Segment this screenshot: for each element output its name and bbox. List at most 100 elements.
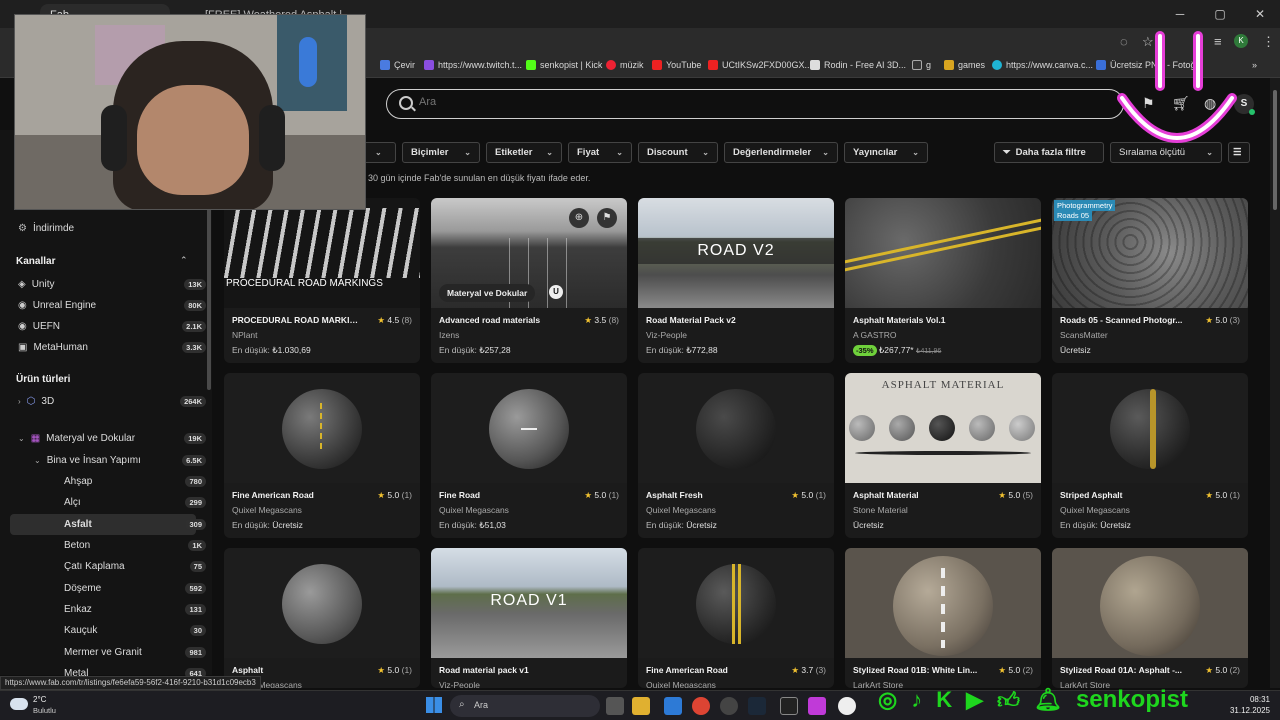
filter-price[interactable]: Fiyat ⌄ (568, 142, 632, 163)
chrome-icon[interactable] (692, 697, 710, 715)
sidebar-item-unreal[interactable]: ◉ Unreal Engine 80K (18, 295, 206, 315)
filter-tags[interactable]: Etiketler ⌄ (486, 142, 562, 163)
filter-discount[interactable]: Discount ⌄ (638, 142, 718, 163)
product-thumbnail (638, 548, 834, 658)
product-rating: ★ 5.0 (1) (791, 490, 826, 501)
product-card[interactable]: Fine Road ★ 5.0 (1) Quixel Megascans En … (431, 373, 627, 538)
rating-value: 5.0 (387, 490, 400, 500)
product-card[interactable]: Asphalt Materials Vol.1 A GASTRO -35% ₺2… (845, 198, 1041, 363)
bookmark-item[interactable]: müzik (606, 60, 644, 70)
product-card[interactable]: Fine American Road ★ 5.0 (1) Quixel Mega… (224, 373, 420, 538)
product-thumbnail: ASPHALT MATERIAL (845, 373, 1041, 483)
price-value: Ücretsiz (853, 520, 884, 530)
product-card[interactable]: Stylized Road 01B: White Lin... ★ 5.0 (2… (845, 548, 1041, 688)
steam-icon[interactable] (748, 697, 766, 715)
rating-value: 5.0 (801, 490, 814, 500)
rating-count: (1) (815, 490, 826, 500)
windows-start-icon[interactable] (426, 697, 442, 713)
taskbar-search[interactable]: ⌕ Ara (450, 695, 600, 717)
epic-games-icon[interactable] (780, 697, 798, 715)
bookmark-item[interactable]: Çevir (380, 60, 415, 70)
product-card[interactable]: ROAD V2 Road Material Pack v2 Viz-People… (638, 198, 834, 363)
more-bookmarks-icon[interactable]: » (1252, 60, 1257, 70)
price-label: En düşük: (646, 345, 684, 355)
sidebar-item-uefn[interactable]: ◉ UEFN 2.1K (18, 316, 206, 336)
maximize-icon[interactable]: ▢ (1200, 0, 1240, 28)
app-icon[interactable] (664, 697, 682, 715)
product-title: Stylized Road 01B: White Lin... (853, 665, 978, 675)
task-view-icon[interactable] (606, 697, 624, 715)
rating-count: (1) (1229, 490, 1240, 500)
filter-reviews[interactable]: Değerlendirmeler ⌄ (724, 142, 838, 163)
sidebar-item-kaucuk[interactable]: Kauçuk 30 (64, 620, 206, 640)
taskbar-search-label: Ara (474, 700, 489, 710)
more-menu-icon[interactable]: ⋮ (1262, 34, 1275, 50)
bookmark-item[interactable]: UCtIKSw2FXD00GX... (708, 60, 812, 70)
sidebar-item-3d[interactable]: › ⬡ 3D 264K (18, 391, 206, 411)
more-filters-button[interactable]: ⏷ Daha fazla filtre (994, 142, 1104, 163)
product-card[interactable]: Fine American Road ★ 3.7 (3) Quixel Mega… (638, 548, 834, 688)
bookmark-item[interactable]: g (912, 60, 931, 70)
file-explorer-icon[interactable] (632, 697, 650, 715)
close-icon[interactable]: ✕ (1240, 0, 1280, 28)
sidebar-item-unity[interactable]: ◈ Unity 13K (18, 274, 206, 294)
sidebar-item-discounted[interactable]: ⚙ İndirimde (18, 218, 74, 238)
bookmark-item[interactable]: https://www.twitch.t... (424, 60, 522, 70)
chevron-right-icon: › (18, 396, 21, 406)
page-scrollbar[interactable] (1270, 78, 1280, 688)
weather-icon[interactable] (10, 698, 28, 710)
filter-formats[interactable]: Biçimler ⌄ (402, 142, 480, 163)
unreal-icon[interactable] (838, 697, 856, 715)
sidebar-item-enkaz[interactable]: Enkaz 131 (64, 599, 206, 619)
add-to-cart-icon[interactable]: ⊕ (569, 208, 589, 228)
rating-value: 4.5 (387, 315, 400, 325)
sidebar-item-alci[interactable]: Alçı 299 (64, 492, 206, 512)
product-card[interactable]: ASPHALT MATERIAL Asphalt Material ★ 5.0 … (845, 373, 1041, 538)
app-icon[interactable] (808, 697, 826, 715)
product-card[interactable]: Striped Asphalt ★ 5.0 (1) Quixel Megasca… (1052, 373, 1248, 538)
product-card[interactable]: PROCEDURAL ROAD MARKINGS PROCEDURAL ROAD… (224, 198, 420, 363)
minimize-icon[interactable]: ─ (1160, 0, 1200, 28)
product-card[interactable]: ROAD V1 Road material pack v1 Viz-People (431, 548, 627, 688)
sidebar-item-doseme[interactable]: Döşeme 592 (64, 578, 206, 598)
product-card[interactable]: Asphalt ★ 5.0 (1) Quixel Megascans (224, 548, 420, 688)
product-card[interactable]: Asphalt Fresh ★ 5.0 (1) Quixel Megascans… (638, 373, 834, 538)
star-icon: ★ (377, 315, 386, 325)
bookmark-item[interactable]: YouTube (652, 60, 701, 70)
sidebar-item-materials[interactable]: ⌄ ▦ Materyal ve Dokular 19K (18, 428, 206, 448)
sidebar-item-beton[interactable]: Beton 1K (64, 535, 206, 555)
filter-publishers[interactable]: Yayıncılar ⌄ (844, 142, 928, 163)
sidebar-label: Çatı Kaplama (64, 560, 125, 572)
star-icon: ★ (791, 490, 800, 500)
star-icon: ★ (1205, 315, 1214, 325)
bookmark-item[interactable]: https://www.canva.c... (992, 60, 1093, 70)
folder-icon (944, 60, 954, 70)
product-card[interactable]: ⊕ ⚑ Materyal ve Dokular U Advanced road … (431, 198, 627, 363)
tiktok-icon: ♪ (911, 687, 923, 712)
product-card[interactable]: Stylized Road 01A: Asphalt -... ★ 5.0 (2… (1052, 548, 1248, 688)
sidebar-item-mermer[interactable]: Mermer ve Granit 981 (64, 642, 206, 662)
sidebar-item-cati[interactable]: Çatı Kaplama 75 (64, 556, 206, 576)
scrollbar-thumb[interactable] (1273, 90, 1277, 210)
chevron-down-icon: ⌄ (464, 148, 471, 157)
bookmark-item[interactable]: Rodin - Free AI 3D... (810, 60, 906, 70)
bookmark-icon[interactable]: ⚑ (597, 208, 617, 228)
sidebar-item-building[interactable]: ⌄ Bina ve İnsan Yapımı 6.5K (34, 450, 206, 470)
search-input[interactable] (419, 96, 1019, 108)
search-box[interactable] (386, 89, 1124, 119)
price-label: En düşük: (439, 520, 477, 530)
obs-icon[interactable] (720, 697, 738, 715)
bookmark-item[interactable]: games (944, 60, 985, 70)
yellow-line (732, 564, 735, 644)
bookmark-item[interactable]: senkopist | Kick (526, 60, 602, 70)
sidebar-label: UEFN (32, 320, 60, 332)
sidebar-item-asfalt[interactable]: Asfalt 309 (64, 514, 206, 534)
parrot-figure (299, 37, 317, 87)
sidebar-label: Döşeme (64, 582, 102, 594)
chevron-up-icon[interactable]: ⌃ (180, 255, 188, 266)
sidebar-item-ahsap[interactable]: Ahşap 780 (64, 471, 206, 491)
product-price: En düşük: ₺51,03 (439, 520, 506, 531)
sidebar-item-metahuman[interactable]: ▣ MetaHuman 3.3K (18, 337, 206, 357)
search-icon (399, 96, 413, 110)
product-card[interactable]: Photogrammetry Roads 05 Roads 05 - Scann… (1052, 198, 1248, 363)
